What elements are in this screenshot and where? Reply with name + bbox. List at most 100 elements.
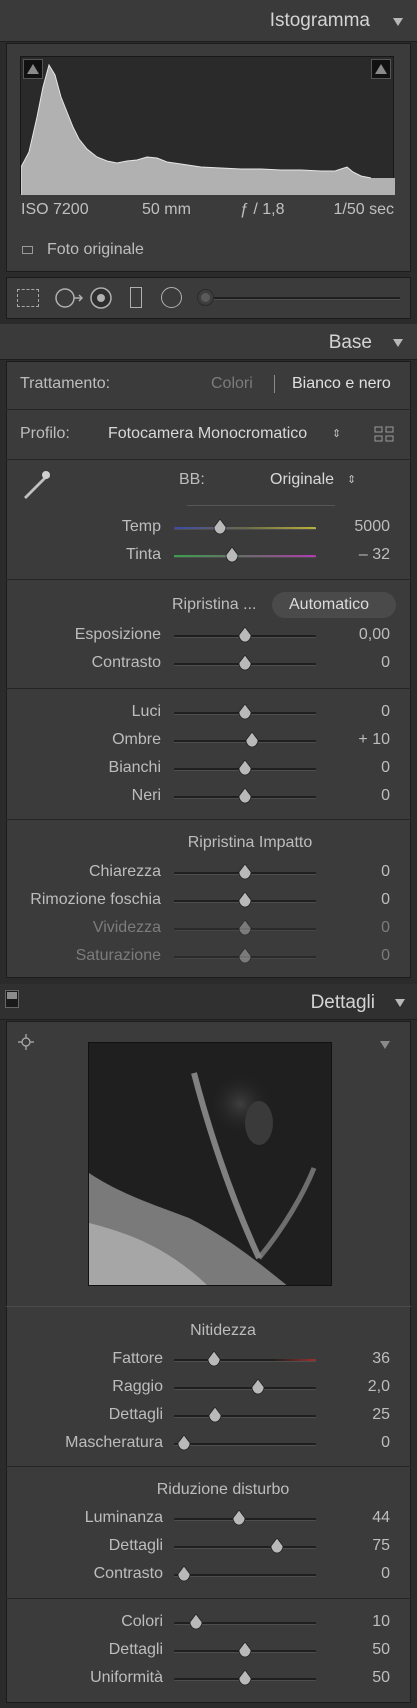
sharpen-detail-value[interactable]: 25 (330, 1406, 390, 1424)
histogram-header[interactable]: Istogramma (0, 0, 417, 42)
sharpen-detail-slider-track[interactable] (174, 1415, 316, 1418)
treatment-bw-option[interactable]: Bianco e nero (292, 375, 391, 393)
detail-collapse-icon[interactable] (395, 999, 405, 1007)
blacks-value[interactable]: 0 (330, 787, 390, 805)
dehaze-label: Rimozione foschia (30, 891, 161, 908)
color-detail-slider-thumb[interactable] (238, 1642, 252, 1658)
base-title: Base (328, 332, 372, 353)
clarity-label: Chiarezza (88, 863, 161, 880)
original-photo-checkbox[interactable] (22, 246, 33, 254)
contrast-slider-thumb[interactable] (238, 655, 252, 671)
profile-browser-grid-icon[interactable] (374, 425, 394, 443)
temp-slider-thumb[interactable] (213, 519, 227, 535)
dehaze-slider-thumb[interactable] (238, 892, 252, 908)
histogram-clip-highlight-icon[interactable] (371, 59, 391, 79)
lum-contrast-slider-thumb[interactable] (177, 1566, 191, 1582)
profile-select-arrows-icon[interactable]: ⇕ (332, 427, 341, 440)
crop-icon[interactable] (17, 289, 39, 307)
histogram-collapse-icon[interactable] (393, 18, 403, 26)
lum-detail-slider-thumb[interactable] (270, 1538, 284, 1554)
base-collapse-icon[interactable] (393, 339, 403, 347)
exposure-slider-thumb[interactable] (238, 627, 252, 643)
tint-label: Tinta (126, 546, 161, 563)
eyedropper-icon[interactable] (20, 467, 52, 503)
amount-slider-track[interactable] (174, 1359, 316, 1362)
radial-filter-icon[interactable] (161, 287, 182, 308)
wb-select-arrows-icon[interactable]: ⇕ (347, 473, 356, 486)
lum-detail-slider-track[interactable] (174, 1546, 316, 1549)
masking-value[interactable]: 0 (330, 1434, 390, 1452)
whites-value[interactable]: 0 (330, 759, 390, 777)
luminance-value[interactable]: 44 (330, 1509, 390, 1527)
graduated-filter-icon[interactable] (130, 287, 142, 308)
masking-slider-thumb[interactable] (177, 1435, 191, 1451)
amount-slider-thumb[interactable] (207, 1351, 221, 1367)
highlights-value[interactable]: 0 (330, 703, 390, 721)
red-eye-icon[interactable] (90, 287, 112, 309)
radius-slider-thumb[interactable] (251, 1379, 265, 1395)
lum-detail-value[interactable]: 75 (330, 1537, 390, 1555)
radius-value[interactable]: 2,0 (330, 1378, 390, 1396)
amount-value[interactable]: 36 (330, 1350, 390, 1368)
profile-select[interactable]: Fotocamera Monocromatico (108, 425, 307, 443)
smoothness-value[interactable]: 50 (330, 1669, 390, 1687)
tone-auto-label[interactable]: Automatico (289, 596, 369, 614)
tint-value[interactable]: – 32 (330, 546, 390, 564)
base-header[interactable]: Base (0, 324, 417, 360)
clarity-slider-thumb[interactable] (238, 864, 252, 880)
tone-reset-button[interactable]: Ripristina ... (172, 596, 256, 614)
radius-label: Raggio (112, 1378, 163, 1395)
preview-warning-icon[interactable] (380, 1041, 390, 1049)
panel-collapse-icon[interactable] (5, 990, 19, 1008)
original-photo-label[interactable]: Foto originale (47, 241, 144, 259)
dehaze-value[interactable]: 0 (330, 891, 390, 909)
contrast-value[interactable]: 0 (330, 654, 390, 672)
spot-removal-icon[interactable] (54, 287, 84, 309)
color-nr-slider-thumb[interactable] (189, 1614, 203, 1630)
detail-preview-image[interactable] (88, 1042, 332, 1286)
histogram-clip-shadow-icon[interactable] (23, 59, 43, 79)
smoothness-label: Uniformità (90, 1669, 163, 1686)
focal-length-value: 50 mm (142, 201, 191, 218)
exposure-value[interactable]: 0,00 (330, 626, 390, 644)
histogram-chart[interactable] (20, 56, 395, 195)
wb-select[interactable]: Originale (270, 471, 334, 489)
vibrance-slider-thumb (238, 920, 252, 936)
brush-size-slider[interactable] (197, 297, 400, 300)
color-detail-value[interactable]: 50 (330, 1641, 390, 1659)
smoothness-slider-thumb[interactable] (238, 1670, 252, 1686)
masking-slider-track[interactable] (174, 1443, 316, 1446)
lum-contrast-slider-track[interactable] (174, 1574, 316, 1577)
radius-slider-track[interactable] (174, 1387, 316, 1390)
treatment-color-option[interactable]: Colori (211, 375, 253, 393)
lum-contrast-label: Contrasto (93, 1565, 163, 1582)
lum-contrast-value[interactable]: 0 (330, 1565, 390, 1583)
presence-reset-button[interactable]: Ripristina Impatto (150, 834, 350, 852)
sharpen-detail-slider-thumb[interactable] (208, 1407, 222, 1423)
tint-slider-thumb[interactable] (225, 547, 239, 563)
temp-slider-track[interactable] (174, 527, 316, 530)
masking-label: Mascheratura (65, 1434, 163, 1451)
shutter-value: 1/50 sec (333, 201, 394, 218)
shadows-slider-thumb[interactable] (245, 732, 259, 748)
brush-icon[interactable] (197, 289, 214, 306)
whites-slider-thumb[interactable] (238, 760, 252, 776)
color-nr-value[interactable]: 10 (330, 1613, 390, 1631)
shadows-value[interactable]: + 10 (330, 731, 390, 749)
highlights-slider-thumb[interactable] (238, 704, 252, 720)
blacks-slider-thumb[interactable] (238, 788, 252, 804)
histogram-title: Istogramma (269, 10, 370, 31)
profile-label: Profilo: (20, 425, 70, 442)
temp-value[interactable]: 5000 (330, 518, 390, 536)
blacks-label: Neri (131, 787, 161, 804)
saturation-value: 0 (381, 947, 390, 964)
shadows-label: Ombre (112, 731, 161, 748)
treatment-label: Trattamento: (20, 375, 111, 392)
luminance-slider-thumb[interactable] (232, 1510, 246, 1526)
target-crosshair-icon[interactable] (18, 1034, 34, 1050)
contrast-label: Contrasto (91, 654, 161, 671)
wb-label: BB: (179, 471, 205, 488)
detail-header[interactable]: Dettagli (0, 984, 417, 1020)
tint-slider-track[interactable] (174, 555, 316, 558)
clarity-value[interactable]: 0 (330, 863, 390, 881)
